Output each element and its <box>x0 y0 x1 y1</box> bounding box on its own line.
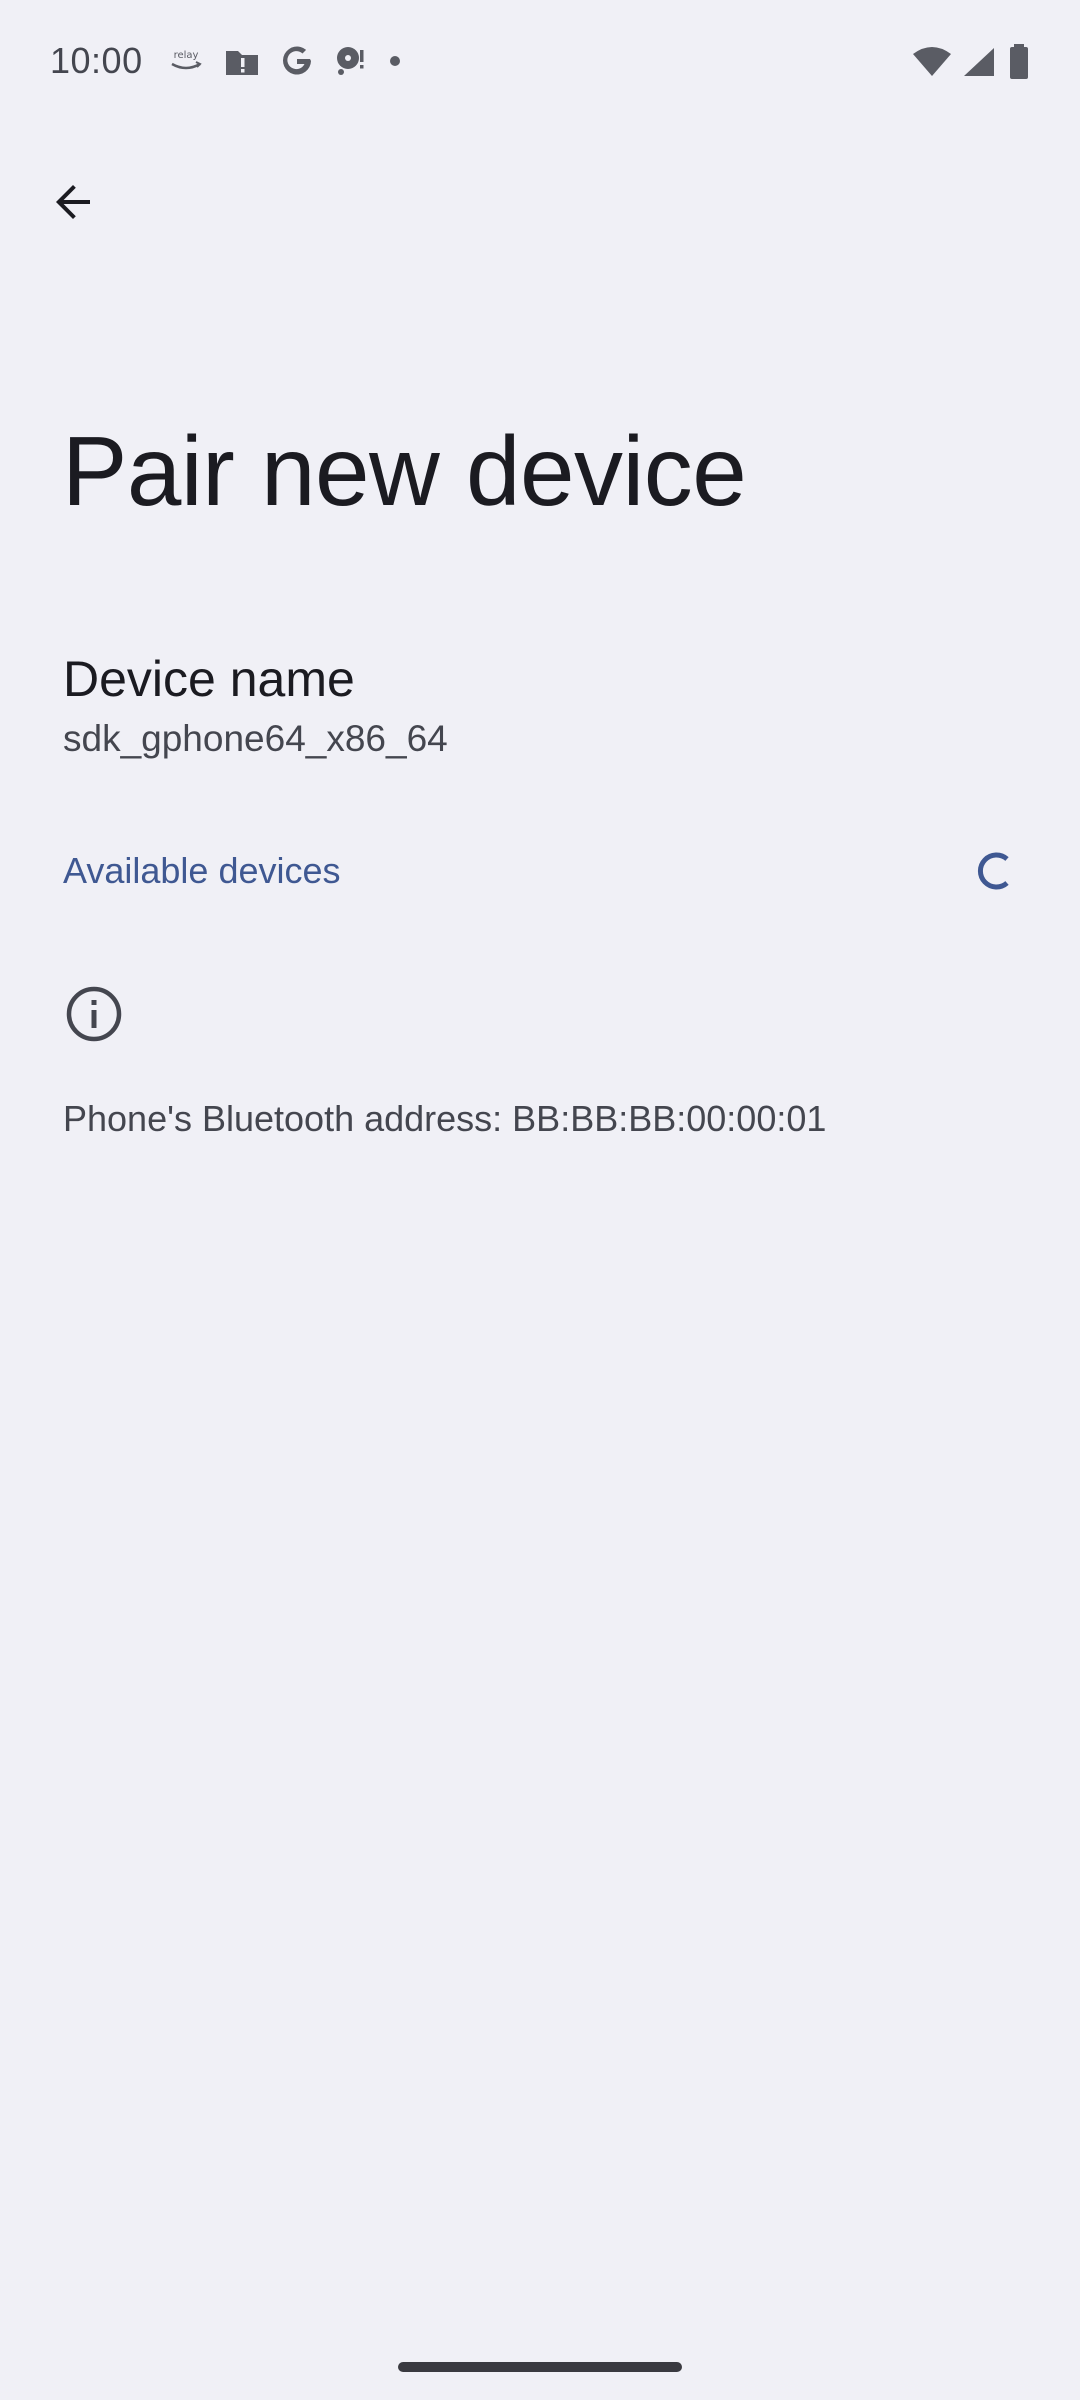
available-devices-header: Available devices <box>0 830 1080 910</box>
status-icons-right <box>912 44 1032 80</box>
page-title: Pair new device <box>62 416 747 526</box>
gesture-nav-handle[interactable] <box>398 2362 682 2372</box>
bluetooth-address-text: Phone's Bluetooth address: BB:BB:BB:00:0… <box>63 1098 827 1139</box>
google-icon <box>280 44 314 78</box>
svg-text:relay: relay <box>174 50 199 61</box>
status-bar: 10:00 relay <box>0 0 1080 130</box>
device-name-summary: sdk_gphone64_x86_64 <box>63 718 448 759</box>
available-devices-title: Available devices <box>63 850 341 891</box>
relay-icon: relay <box>168 46 204 76</box>
battery-icon <box>1006 44 1032 80</box>
screen: 10:00 relay Pair new device Device name … <box>0 0 1080 2400</box>
status-time: 10:00 <box>50 40 143 81</box>
wifi-icon <box>912 46 952 78</box>
device-name-item[interactable]: Device name sdk_gphone64_x86_64 <box>0 630 1080 770</box>
arrow-back-icon <box>56 185 90 219</box>
device-name-title: Device name <box>63 651 355 707</box>
back-button[interactable] <box>36 164 112 240</box>
cell-signal-icon <box>962 46 996 78</box>
status-icons-left: relay <box>168 44 402 78</box>
progress-spinner-icon <box>977 852 1009 890</box>
dot-icon <box>388 54 402 68</box>
info-icon <box>66 986 122 1042</box>
folder-alert-icon <box>224 45 260 77</box>
assistant-icon <box>334 44 368 78</box>
